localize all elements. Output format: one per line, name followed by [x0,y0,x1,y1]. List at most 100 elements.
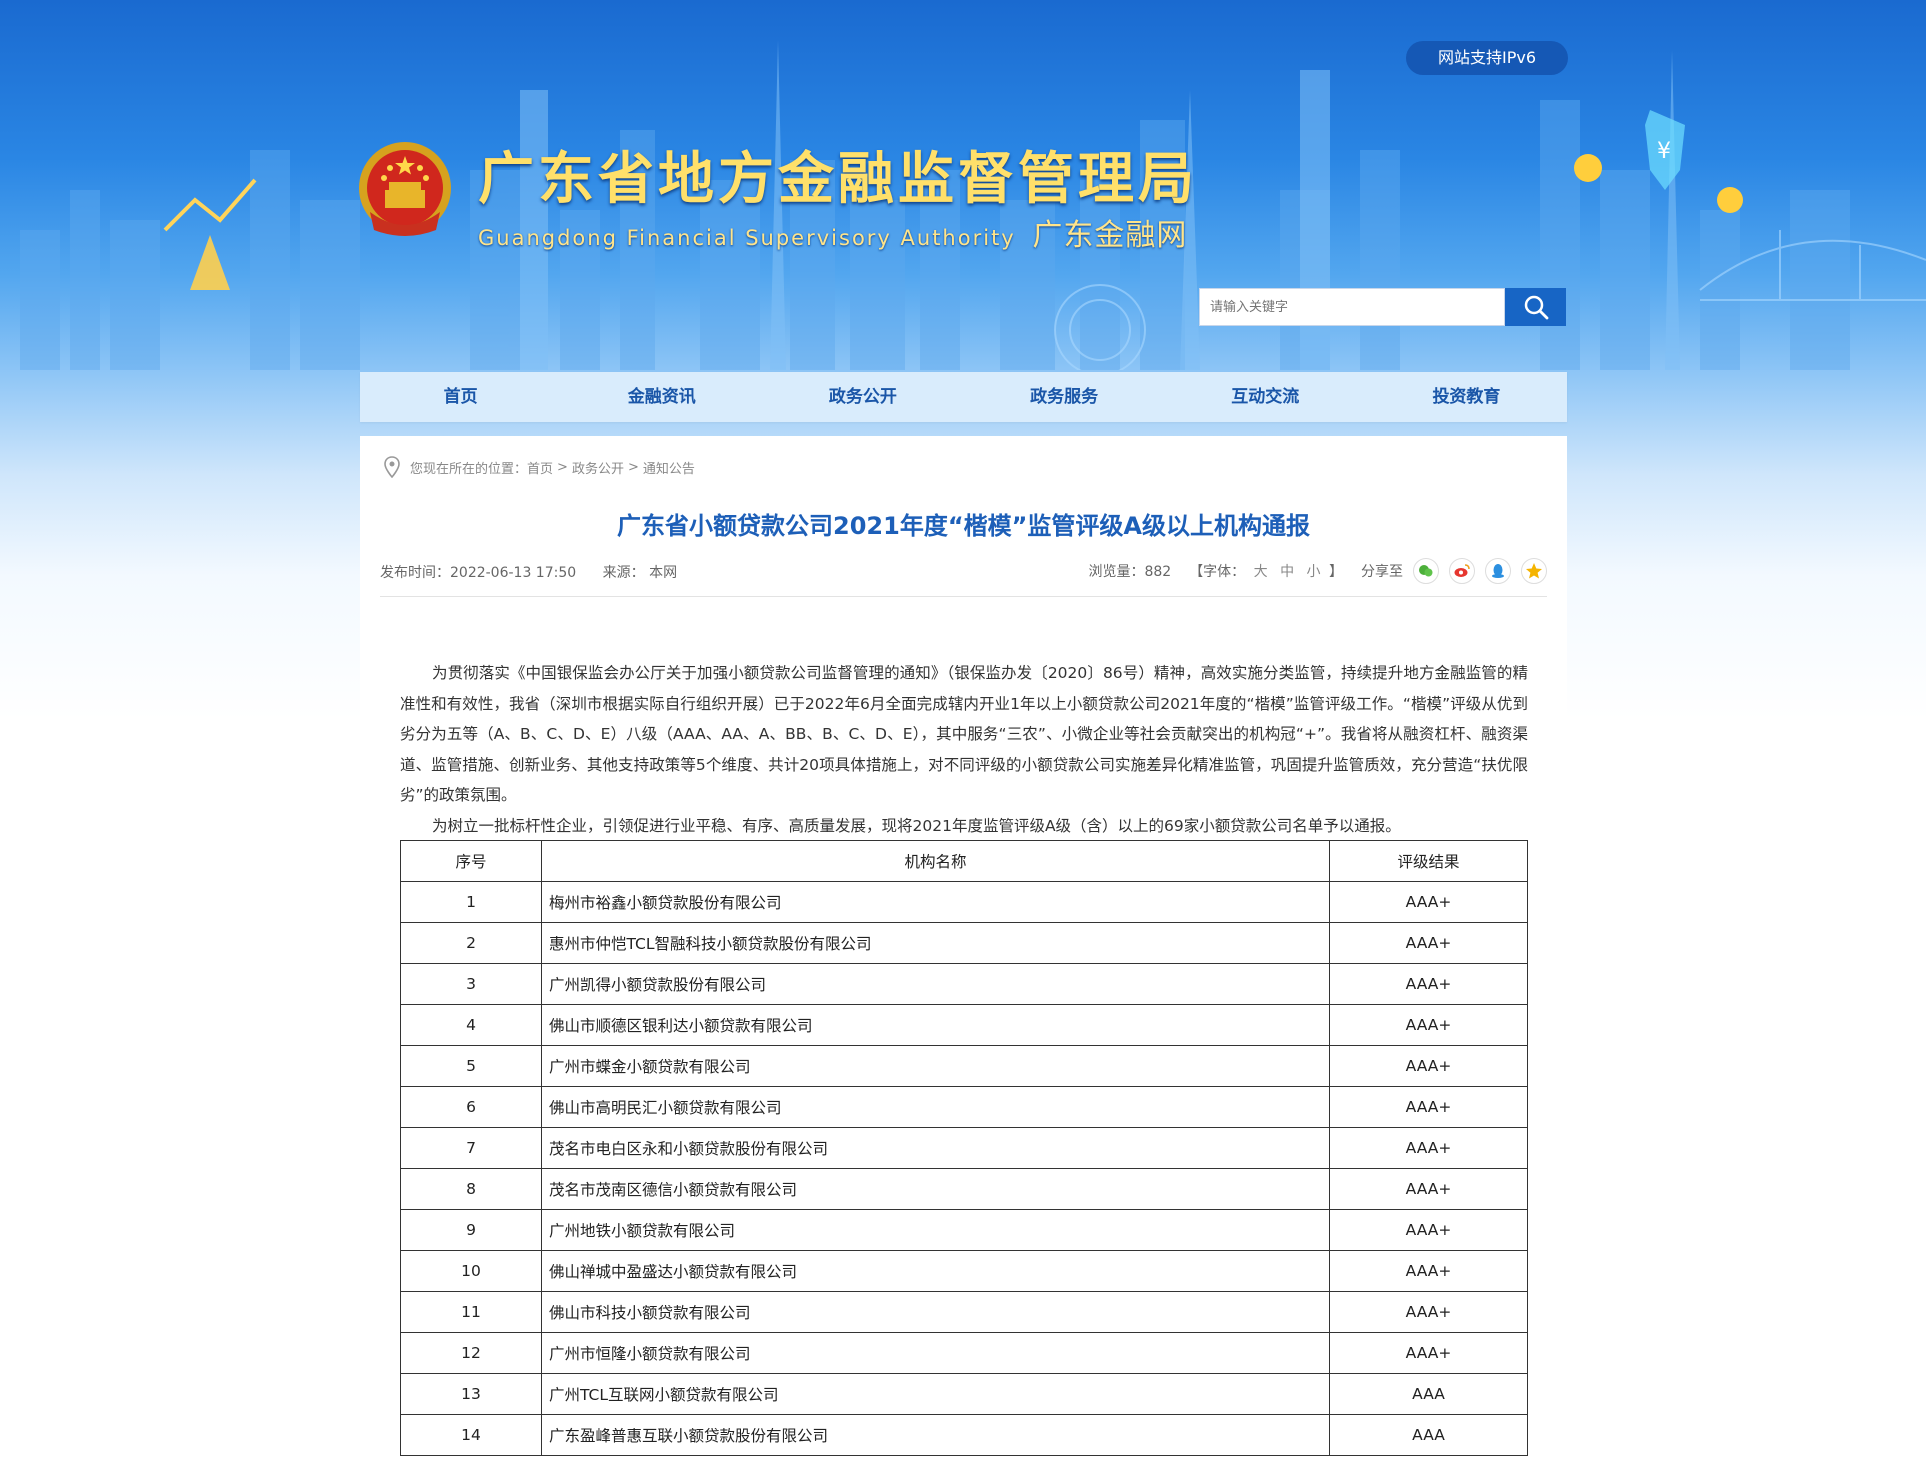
row-rating: AAA+ [1329,1086,1528,1128]
table-row: 7 茂名市电白区永和小额贷款股份有限公司 AAA+ [400,1127,1528,1169]
row-rating: AAA+ [1329,1332,1528,1374]
row-institution: 广东盈峰普惠互联小额贷款股份有限公司 [541,1414,1330,1456]
breadcrumb-notices[interactable]: 通知公告 [643,458,695,477]
row-index: 12 [400,1332,542,1374]
table-row: 8 茂名市茂南区德信小额贷款有限公司 AAA+ [400,1168,1528,1210]
nav-item-government-services[interactable]: 政务服务 [964,372,1165,422]
row-institution: 惠州市仲恺TCL智融科技小额贷款股份有限公司 [541,922,1330,964]
row-institution: 茂名市电白区永和小额贷款股份有限公司 [541,1127,1330,1169]
column-header-institution: 机构名称 [541,840,1330,882]
article-body: 为贯彻落实《中国银保监会办公厅关于加强小额贷款公司监督管理的通知》（银保监办发〔… [400,658,1528,841]
row-index: 13 [400,1373,542,1415]
row-institution: 广州市恒隆小额贷款有限公司 [541,1332,1330,1374]
row-rating: AAA [1329,1373,1528,1415]
row-institution: 广州凯得小额贷款股份有限公司 [541,963,1330,1005]
table-row: 10 佛山禅城中盈盛达小额贷款有限公司 AAA+ [400,1250,1528,1292]
row-index: 11 [400,1291,542,1333]
rating-table: 序号 机构名称 评级结果 1 梅州市裕鑫小额贷款股份有限公司 AAA+ 2 惠州市仲恺… [400,840,1528,1456]
view-count: 浏览量：882 [1088,564,1172,580]
font-size-large[interactable]: 大 [1254,564,1268,580]
search-button[interactable] [1505,288,1566,326]
search-input[interactable] [1199,288,1505,326]
location-pin-icon [384,456,400,478]
table-header-row: 序号 机构名称 评级结果 [400,840,1528,882]
article-title: 广东省小额贷款公司2021年度“楷模”监管评级A级以上机构通报 [617,512,1310,540]
row-institution: 佛山市顺德区银利达小额贷款有限公司 [541,1004,1330,1046]
row-rating: AAA+ [1329,963,1528,1005]
ipv6-support-badge[interactable]: 网站支持IPv6 [1406,41,1568,75]
row-index: 3 [400,963,542,1005]
search-icon [1524,295,1548,320]
table-row: 12 广州市恒隆小额贷款有限公司 AAA+ [400,1332,1528,1374]
article-paragraph: 为贯彻落实《中国银保监会办公厅关于加强小额贷款公司监督管理的通知》（银保监办发〔… [400,664,1528,804]
table-row: 5 广州市蝶金小额贷款有限公司 AAA+ [400,1045,1528,1087]
table-row: 13 广州TCL互联网小额贷款有限公司 AAA [400,1373,1528,1415]
table-row: 2 惠州市仲恺TCL智融科技小额贷款股份有限公司 AAA+ [400,922,1528,964]
breadcrumb-separator: > [557,459,568,475]
row-index: 1 [400,881,542,923]
column-header-rating: 评级结果 [1329,840,1528,882]
share-label: 分享至 [1361,564,1403,580]
row-rating: AAA+ [1329,1127,1528,1169]
row-institution: 广州市蝶金小额贷款有限公司 [541,1045,1330,1087]
national-emblem-icon [359,142,451,236]
nav-item-home[interactable]: 首页 [360,372,561,422]
nav-item-financial-news[interactable]: 金融资讯 [561,372,762,422]
font-size-label: 【字体： [1189,564,1246,580]
row-index: 2 [400,922,542,964]
site-subtitle: Guangdong Financial Supervisory Authorit… [478,210,1187,254]
table-row: 1 梅州市裕鑫小额贷款股份有限公司 AAA+ [400,881,1528,923]
row-rating: AAA+ [1329,1209,1528,1251]
row-rating: AAA+ [1329,1168,1528,1210]
font-size-close: 】 [1329,564,1343,580]
site-subtitle-cn: 广东金融网 [1032,218,1188,253]
row-rating: AAA+ [1329,881,1528,923]
row-institution: 佛山禅城中盈盛达小额贷款有限公司 [541,1250,1330,1292]
table-row: 11 佛山市科技小额贷款有限公司 AAA+ [400,1291,1528,1333]
table-row: 3 广州凯得小额贷款股份有限公司 AAA+ [400,963,1528,1005]
breadcrumb-government-affairs[interactable]: 政务公开 [572,458,624,477]
article-source: 来源： 本网 [602,565,678,581]
row-rating: AAA+ [1329,1045,1528,1087]
qq-icon[interactable] [1485,558,1511,584]
wechat-icon[interactable] [1413,558,1439,584]
table-row: 14 广东盈峰普惠互联小额贷款股份有限公司 AAA [400,1414,1528,1456]
nav-item-investor-education[interactable]: 投资教育 [1366,372,1567,422]
font-size-switcher: 【字体： 大 中 小 】 [1189,561,1343,581]
site-subtitle-en: Guangdong Financial Supervisory Authorit… [478,226,1016,250]
row-rating: AAA+ [1329,922,1528,964]
site-title: 广东省地方金融监督管理局 [478,147,1198,212]
row-index: 8 [400,1168,542,1210]
row-institution: 广州TCL互联网小额贷款有限公司 [541,1373,1330,1415]
qzone-icon[interactable] [1521,558,1547,584]
font-size-medium[interactable]: 中 [1280,564,1294,580]
nav-item-government-affairs[interactable]: 政务公开 [762,372,963,422]
row-index: 7 [400,1127,542,1169]
row-index: 9 [400,1209,542,1251]
row-institution: 茂名市茂南区德信小额贷款有限公司 [541,1168,1330,1210]
row-index: 4 [400,1004,542,1046]
breadcrumb: 您现在所在的位置： 首页 > 政务公开 > 通知公告 [384,456,695,478]
row-institution: 佛山市科技小额贷款有限公司 [541,1291,1330,1333]
column-header-index: 序号 [400,840,542,882]
article-meta: 发布时间：2022-06-13 17:50 来源： 本网 浏览量：882 【字体… [380,558,1547,597]
row-rating: AAA [1329,1414,1528,1456]
row-institution: 广州地铁小额贷款有限公司 [541,1209,1330,1251]
nav-item-interaction[interactable]: 互动交流 [1165,372,1366,422]
row-index: 14 [400,1414,542,1456]
row-index: 10 [400,1250,542,1292]
row-rating: AAA+ [1329,1004,1528,1046]
row-institution: 佛山市高明民汇小额贷款有限公司 [541,1086,1330,1128]
row-rating: AAA+ [1329,1250,1528,1292]
row-rating: AAA+ [1329,1291,1528,1333]
font-size-small[interactable]: 小 [1307,564,1321,580]
row-institution: 梅州市裕鑫小额贷款股份有限公司 [541,881,1330,923]
weibo-icon[interactable] [1449,558,1475,584]
article-paragraph: 为树立一批标杆性企业，引领促进行业平稳、有序、高质量发展，现将2021年度监管评… [432,816,1401,835]
breadcrumb-separator: > [627,459,639,475]
table-row: 4 佛山市顺德区银利达小额贷款有限公司 AAA+ [400,1004,1528,1046]
main-nav: 首页 金融资讯 政务公开 政务服务 互动交流 投资教育 [360,372,1567,422]
breadcrumb-home[interactable]: 首页 [527,458,553,477]
article-card: 您现在所在的位置： 首页 > 政务公开 > 通知公告 广东省小额贷款公司2021… [360,436,1567,1476]
breadcrumb-prefix: 您现在所在的位置： [410,461,528,477]
